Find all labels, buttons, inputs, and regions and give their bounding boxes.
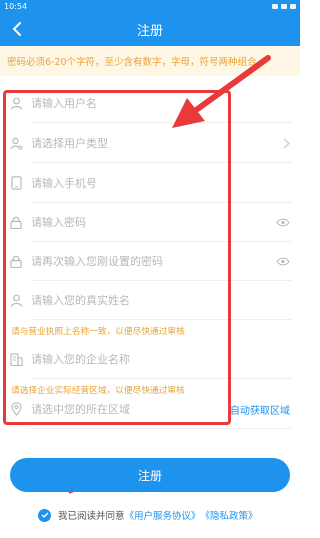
realname-hint: 请与营业执照上名称一致，以便尽快通过审核 [11, 327, 185, 337]
region-field[interactable]: 请选中您的所在区域 自动获取区域 [0, 389, 300, 429]
divider [31, 428, 292, 429]
check-icon [41, 512, 48, 518]
register-button[interactable]: 注册 [10, 458, 290, 492]
battery-icon [290, 3, 296, 9]
user-type-icon [9, 136, 23, 150]
company-placeholder: 请输入您的企业名称 [31, 353, 130, 366]
status-bar: 10:54 [0, 0, 300, 12]
service-agreement-link[interactable]: 《用户服务协议》 [125, 508, 201, 522]
password-field[interactable]: 请输入密码 [0, 202, 300, 242]
back-button[interactable] [8, 20, 26, 38]
status-time: 10:54 [4, 1, 28, 11]
password-confirm-placeholder: 请再次输入您刚设置的密码 [31, 255, 163, 268]
agreement-checkbox[interactable] [38, 508, 51, 522]
realname-placeholder: 请输入您的真实姓名 [31, 294, 130, 307]
region-placeholder: 请选中您的所在区域 [31, 403, 130, 416]
agreement-prefix: 我已阅读并同意 [58, 511, 125, 522]
user-type-select[interactable]: 请选择用户类型 [0, 123, 300, 163]
eye-icon[interactable] [276, 257, 290, 266]
user-icon [9, 293, 23, 307]
phone-field[interactable]: 请输入手机号 [0, 163, 300, 203]
signal-icon [272, 3, 278, 9]
realname-field[interactable]: 请输入您的真实姓名 [0, 280, 300, 320]
divider [31, 378, 292, 379]
username-field[interactable]: 请输入用户名 [0, 83, 300, 123]
status-icons [272, 3, 296, 9]
auto-location-label: 自动获取区域 [230, 405, 290, 417]
company-field[interactable]: 请输入您的企业名称 [0, 339, 300, 379]
wifi-icon [281, 3, 287, 9]
lock-icon [9, 254, 23, 268]
user-icon [9, 96, 23, 110]
app-header: 注册 [0, 12, 300, 46]
auto-location-button[interactable]: 自动获取区域 [230, 402, 290, 417]
register-button-label: 注册 [137, 468, 162, 483]
phone-placeholder: 请输入手机号 [31, 177, 97, 190]
agreement-row: 我已阅读并同意 《用户服务协议》 《隐私政策》 [38, 508, 258, 522]
back-arrow-icon [13, 22, 21, 36]
password-rule-notice: 密码必须6-20个字符，至少含有数字，字母，符号两种组合 [0, 46, 300, 76]
building-icon [9, 352, 23, 366]
username-placeholder: 请输入用户名 [31, 97, 97, 110]
page-title: 注册 [136, 23, 163, 39]
location-icon [9, 402, 23, 416]
privacy-policy-link[interactable]: 《隐私政策》 [201, 508, 258, 522]
phone-icon [9, 176, 23, 190]
password-confirm-field[interactable]: 请再次输入您刚设置的密码 [0, 241, 300, 281]
eye-icon[interactable] [276, 218, 290, 227]
chevron-right-icon [283, 138, 290, 149]
lock-icon [9, 215, 23, 229]
password-placeholder: 请输入密码 [31, 216, 86, 229]
divider [31, 319, 292, 320]
user-type-placeholder: 请选择用户类型 [31, 137, 108, 150]
